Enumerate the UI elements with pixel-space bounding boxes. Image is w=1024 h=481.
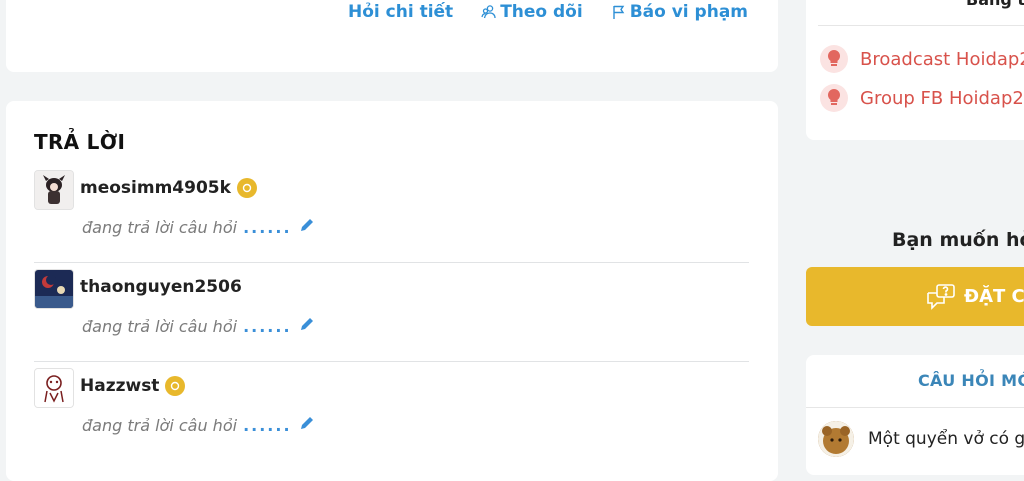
follow-icon: [481, 5, 496, 19]
avatar[interactable]: [34, 269, 74, 309]
divider: [806, 407, 1024, 408]
broadcast-link[interactable]: Broadcast Hoidap2: [820, 45, 1024, 73]
status-text: đang trả lời câu hỏi: [82, 415, 238, 435]
typing-dots: ......: [243, 316, 292, 336]
answering-status: đang trả lời câu hỏi ......: [82, 216, 316, 238]
report-link[interactable]: Báo vi phạm: [611, 2, 748, 22]
pencil-icon: [298, 414, 316, 436]
verified-badge-icon: [236, 178, 257, 198]
ask-button-label: ĐẶT CÂ: [964, 286, 1024, 307]
status-text: đang trả lời câu hỏi: [82, 316, 238, 336]
follow-link[interactable]: Theo dõi: [481, 2, 583, 22]
divider: [818, 25, 1024, 26]
answer-item: Hazzwst đang trả lời câu hỏi ......: [34, 368, 749, 460]
group-fb-link-label: Group FB Hoidap2: [860, 87, 1024, 109]
avatar[interactable]: [34, 170, 74, 210]
username-text: meosimm4905k: [80, 178, 231, 198]
pencil-icon: [298, 216, 316, 238]
lightbulb-icon: [820, 45, 848, 73]
sidebar-links-card: Bảng t Broadcast Hoidap2 Group FB Hoidap…: [806, 0, 1024, 140]
answering-status: đang trả lời câu hỏi ......: [82, 315, 316, 337]
username[interactable]: meosimm4905k: [80, 178, 257, 198]
username-text: Hazzwst: [80, 376, 160, 396]
flag-icon: [613, 5, 625, 19]
question-card: Hỏi chi tiết Theo dõi Báo vi phạm: [6, 0, 778, 72]
username[interactable]: thaonguyen2506: [80, 277, 242, 297]
lightbulb-icon: [820, 84, 848, 112]
report-label: Báo vi phạm: [629, 2, 749, 22]
sidebar-header: Bảng t: [966, 0, 1024, 9]
ask-question-button[interactable]: ĐẶT CÂ: [806, 267, 1024, 326]
answer-item: thaonguyen2506 đang trả lời câu hỏi ....…: [34, 269, 749, 362]
new-question-text: Một quyển vở có g: [868, 429, 1024, 449]
typing-dots: ......: [243, 217, 292, 237]
follow-label: Theo dõi: [500, 2, 583, 22]
chat-question-icon: [927, 283, 955, 310]
username[interactable]: Hazzwst: [80, 376, 186, 396]
answering-status: đang trả lời câu hỏi ......: [82, 414, 316, 436]
typing-dots: ......: [243, 415, 292, 435]
username-text: thaonguyen2506: [80, 277, 242, 297]
pencil-icon: [298, 315, 316, 337]
group-fb-link[interactable]: Group FB Hoidap2: [820, 84, 1024, 112]
avatar[interactable]: [34, 368, 74, 408]
verified-badge-icon: [165, 376, 186, 396]
answers-title: TRẢ LỜI: [34, 130, 126, 154]
status-text: đang trả lời câu hỏi: [82, 217, 238, 237]
broadcast-link-label: Broadcast Hoidap2: [860, 48, 1024, 70]
question-actions: Hỏi chi tiết Theo dõi Báo vi phạm: [348, 2, 748, 22]
answers-card: TRẢ LỜI meosimm4905k đang trả lời câu hỏ…: [6, 101, 778, 481]
ask-prompt: Bạn muốn hỏ: [892, 229, 1024, 251]
new-questions-card: CÂU HỎI MỚ Một quyển vở có g: [806, 355, 1024, 475]
answer-item: meosimm4905k đang trả lời câu hỏi ......: [34, 170, 749, 263]
ask-detail-link[interactable]: Hỏi chi tiết: [348, 2, 453, 22]
new-questions-title: CÂU HỎI MỚ: [918, 371, 1024, 390]
ask-detail-label: Hỏi chi tiết: [348, 2, 454, 22]
